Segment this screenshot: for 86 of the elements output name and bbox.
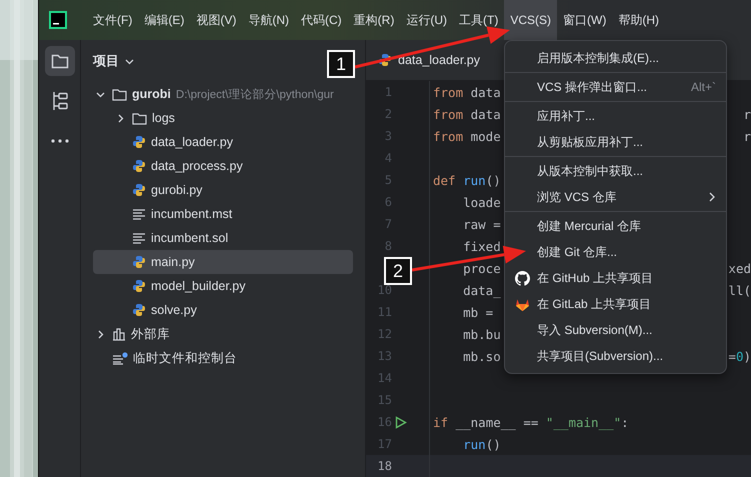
folder-path: D:\project\理论部分\python\gur: [176, 87, 334, 102]
menu-entry[interactable]: 在 GitHub 上共享项目: [537, 270, 716, 286]
tree-item[interactable]: data_loader.py: [93, 130, 353, 154]
menu-entry[interactable]: 应用补丁...: [537, 108, 716, 124]
dropdown-chevron-icon[interactable]: [125, 56, 134, 66]
menu-item[interactable]: 视图(V): [190, 0, 242, 40]
app-logo[interactable]: [49, 11, 67, 29]
code-line: loade: [462, 194, 501, 210]
python-file-icon: [132, 183, 146, 197]
annotation-label: 1: [327, 50, 355, 78]
annotation-label: 2: [384, 257, 412, 285]
code-line: r: [743, 128, 751, 144]
tree-item[interactable]: incumbent.sol: [93, 226, 353, 250]
tree-item[interactable]: data_process.py: [93, 154, 353, 178]
code-line: def run(): [433, 172, 501, 188]
code-line: from mode: [433, 128, 501, 144]
code-line: if __name__ == "__main__":: [433, 414, 629, 430]
tree-item[interactable]: solve.py: [93, 298, 353, 322]
menu-entry[interactable]: 共享项目(Subversion)...: [537, 348, 716, 364]
python-file-icon: [378, 53, 392, 67]
menu-entry[interactable]: 创建 Mercurial 仓库: [537, 218, 716, 234]
menu-entry[interactable]: VCS 操作弹出窗口...: [537, 78, 691, 96]
menu-item[interactable]: 运行(U): [400, 0, 454, 40]
folder-icon: [50, 53, 68, 69]
run-icon[interactable]: [395, 416, 407, 428]
menu-entry[interactable]: 从版本控制中获取...: [537, 162, 716, 180]
menu-entry[interactable]: 创建 Git 仓库...: [537, 244, 716, 260]
menu-entry[interactable]: 启用版本控制集成(E)...: [537, 50, 716, 66]
folder-icon: [112, 88, 127, 100]
tree-item[interactable]: 临时文件和控制台: [93, 346, 353, 370]
more-icon: [50, 139, 68, 143]
menu-item[interactable]: 代码(C): [295, 0, 348, 40]
menu-entry[interactable]: 浏览 VCS 仓库: [537, 188, 709, 206]
text-file-icon: [132, 232, 146, 244]
menu-item[interactable]: 导航(N): [242, 0, 295, 40]
code-line: xed: [728, 260, 751, 276]
shortcut-hint: Alt+`: [690, 80, 716, 94]
collapse-chevron-icon[interactable]: [96, 330, 104, 338]
line-number: 18: [378, 459, 392, 473]
python-file-icon: [132, 135, 146, 149]
menu-item[interactable]: 重构(R): [348, 0, 400, 40]
code-line: mb.bu: [462, 326, 501, 342]
code-line: run(): [462, 436, 501, 452]
code-line: =0): [728, 348, 751, 364]
python-file-icon: [132, 255, 146, 269]
expand-chevron-icon[interactable]: [96, 90, 104, 98]
structure-icon: [52, 91, 68, 111]
code-line: proce: [462, 260, 501, 276]
text-file-icon: [132, 208, 146, 220]
tree-item[interactable]: 外部库: [93, 322, 353, 346]
tree-item[interactable]: model_builder.py: [93, 274, 353, 298]
tree-item[interactable]: logs: [93, 106, 353, 130]
tool-window-button[interactable]: [44, 46, 74, 76]
python-file-icon: [132, 159, 146, 173]
menu-entry[interactable]: 从剪贴板应用补丁...: [537, 134, 716, 150]
menu-item[interactable]: 工具(T): [453, 0, 504, 40]
tree-item[interactable]: incumbent.mst: [93, 202, 353, 226]
code-line: mb.so: [462, 348, 501, 364]
menu-entry[interactable]: 导入 Subversion(M)...: [537, 322, 716, 338]
collapse-chevron-icon[interactable]: [116, 114, 124, 122]
tree-item[interactable]: gurobi.py: [93, 178, 353, 202]
scratch-file-icon: [112, 352, 128, 364]
tree-item[interactable]: main.py: [93, 250, 353, 274]
menu-item[interactable]: 编辑(E): [138, 0, 190, 40]
python-file-icon: [132, 279, 146, 293]
code-line: fixed: [462, 238, 501, 254]
menu-item[interactable]: 窗口(W): [557, 0, 612, 40]
menu-item[interactable]: 帮助(H): [612, 0, 666, 40]
menu-item[interactable]: 文件(F): [87, 0, 138, 40]
submenu-chevron-icon: [709, 192, 716, 202]
panel-title[interactable]: 项目: [93, 52, 119, 70]
library-icon: [112, 328, 126, 340]
python-file-icon: [132, 303, 146, 317]
editor-tab[interactable]: data_loader.py: [378, 53, 480, 67]
folder-icon: [132, 112, 147, 124]
code-line: from data: [433, 106, 501, 122]
code-line: data_: [462, 282, 501, 298]
code-line: from data: [433, 84, 501, 100]
github-icon: [515, 270, 530, 286]
tree-item[interactable]: gurobi D:\project\理论部分\python\gur: [93, 82, 353, 106]
menu-entry[interactable]: 在 GitLab 上共享项目: [537, 296, 716, 312]
code-line: r: [743, 106, 751, 122]
code-line: mb =: [462, 304, 494, 320]
code-line: raw =: [462, 216, 501, 232]
code-line: ll(: [728, 282, 751, 298]
menu-item[interactable]: VCS(S): [504, 0, 558, 40]
